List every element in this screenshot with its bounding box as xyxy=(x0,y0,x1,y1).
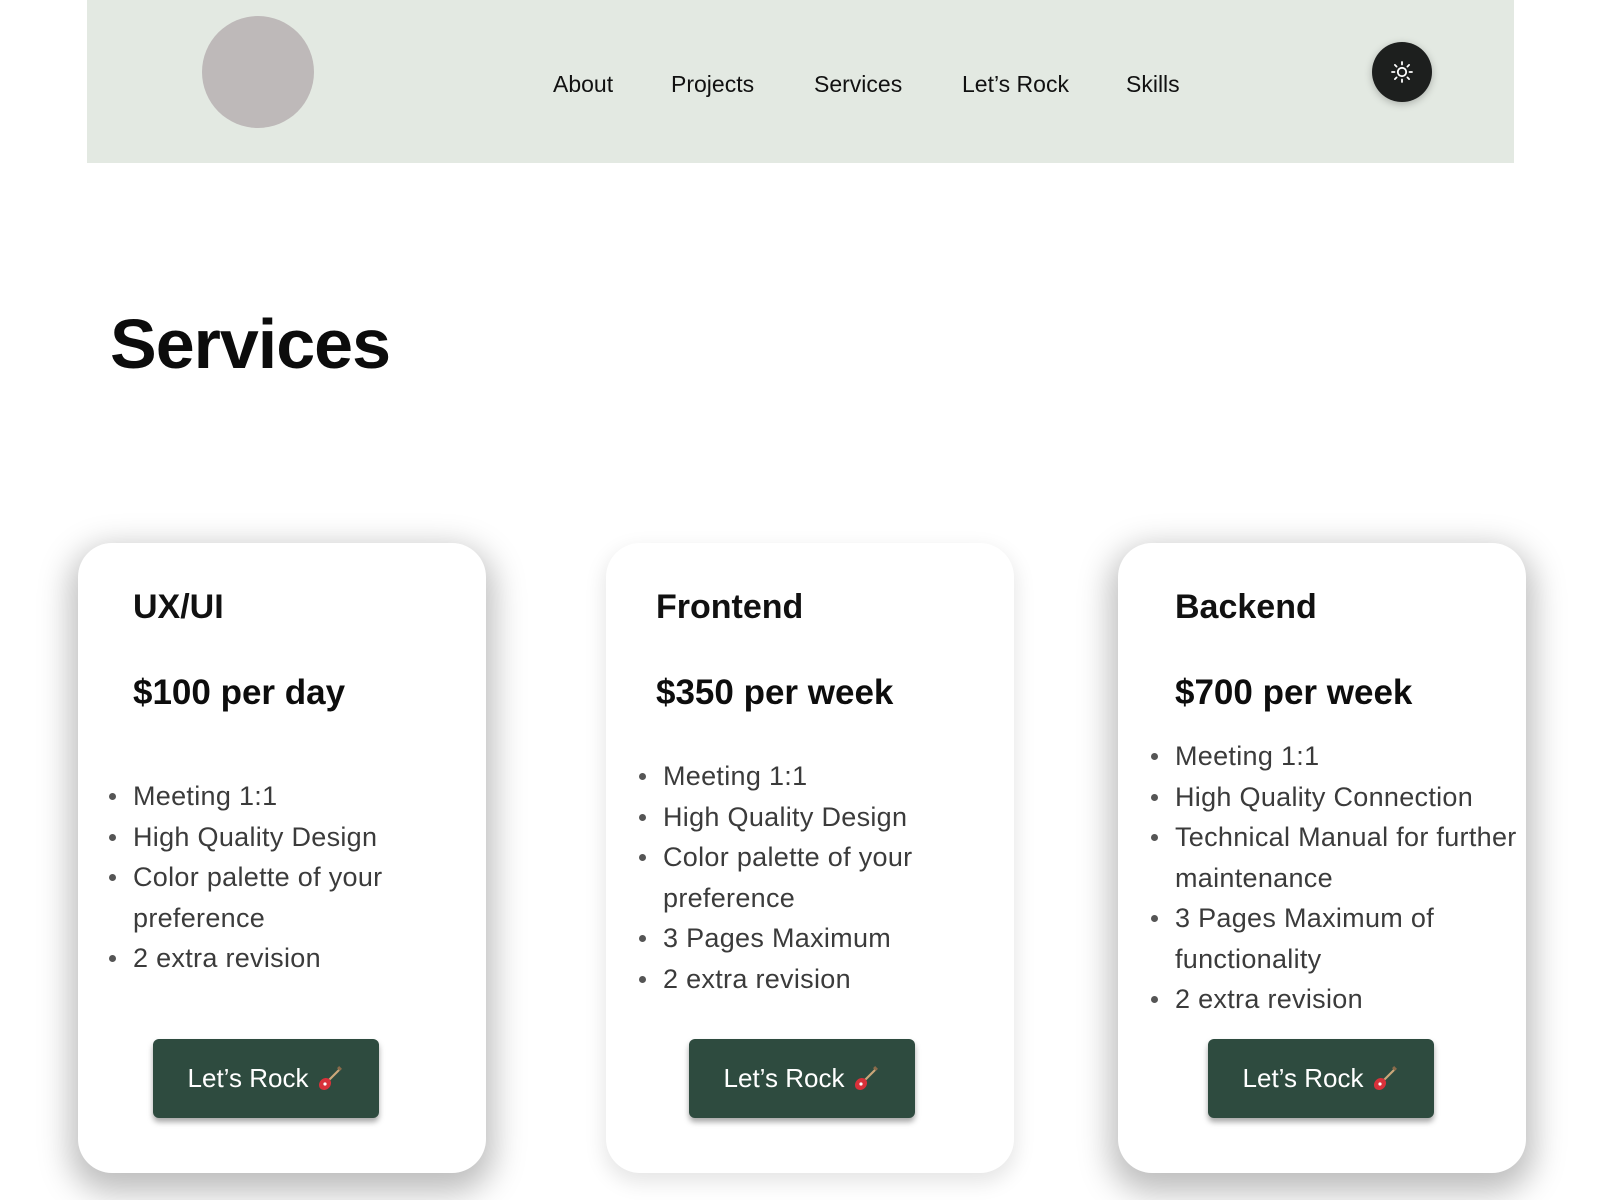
feature-item: Meeting 1:1 xyxy=(109,776,473,817)
feature-item: 3 Pages Maximum xyxy=(639,918,1003,959)
feature-item: Color palette of your preference xyxy=(639,837,1003,918)
feature-item: Color palette of your preference xyxy=(109,857,473,938)
main-nav: About Projects Services Let’s Rock Skill… xyxy=(87,64,1514,104)
feature-item: High Quality Design xyxy=(109,817,473,858)
lets-rock-button[interactable]: Let’s Rock xyxy=(1208,1039,1434,1118)
feature-item: 2 extra revision xyxy=(639,959,1003,1000)
card-price: $350 per week xyxy=(656,673,894,712)
lets-rock-button[interactable]: Let’s Rock xyxy=(689,1039,915,1118)
nav-link-about[interactable]: About xyxy=(553,64,613,104)
card-price: $100 per day xyxy=(133,673,346,712)
theme-toggle-button[interactable] xyxy=(1372,42,1432,102)
nav-link-skills[interactable]: Skills xyxy=(1126,64,1180,104)
nav-link-projects[interactable]: Projects xyxy=(671,64,754,104)
lets-rock-button[interactable]: Let’s Rock xyxy=(153,1039,379,1118)
section-title: Services xyxy=(110,305,391,383)
button-label: Let’s Rock xyxy=(723,1063,845,1093)
feature-list: Meeting 1:1 High Quality Design Color pa… xyxy=(109,776,473,979)
page: About Projects Services Let’s Rock Skill… xyxy=(0,0,1600,1200)
feature-list: Meeting 1:1 High Quality Design Color pa… xyxy=(639,756,1003,1000)
sun-icon xyxy=(1391,61,1413,83)
feature-item: High Quality Design xyxy=(639,797,1003,838)
feature-item: Meeting 1:1 xyxy=(639,756,1003,797)
service-card-backend: Backend $700 per week Meeting 1:1 High Q… xyxy=(1118,543,1526,1173)
card-price: $700 per week xyxy=(1175,673,1413,712)
feature-list: Meeting 1:1 High Quality Connection Tech… xyxy=(1151,736,1520,1020)
feature-item: 2 extra revision xyxy=(1151,979,1520,1020)
nav-link-services[interactable]: Services xyxy=(814,64,902,104)
card-title: Frontend xyxy=(656,588,804,626)
guitar-icon xyxy=(319,1065,343,1090)
guitar-icon xyxy=(855,1065,879,1090)
feature-item: 2 extra revision xyxy=(109,938,473,979)
button-label: Let’s Rock xyxy=(1242,1063,1364,1093)
card-title: Backend xyxy=(1175,588,1317,626)
service-card-uxui: UX/UI $100 per day Meeting 1:1 High Qual… xyxy=(78,543,486,1173)
service-card-frontend: Frontend $350 per week Meeting 1:1 High … xyxy=(606,543,1014,1173)
nav-link-lets-rock[interactable]: Let’s Rock xyxy=(962,64,1069,104)
feature-item: High Quality Connection xyxy=(1151,777,1520,818)
card-title: UX/UI xyxy=(133,588,224,626)
feature-item: Meeting 1:1 xyxy=(1151,736,1520,777)
button-label: Let’s Rock xyxy=(187,1063,309,1093)
guitar-icon xyxy=(1374,1065,1398,1090)
feature-item: Technical Manual for further maintenance xyxy=(1151,817,1520,898)
site-header: About Projects Services Let’s Rock Skill… xyxy=(87,0,1514,163)
feature-item: 3 Pages Maximum of functionality xyxy=(1151,898,1520,979)
